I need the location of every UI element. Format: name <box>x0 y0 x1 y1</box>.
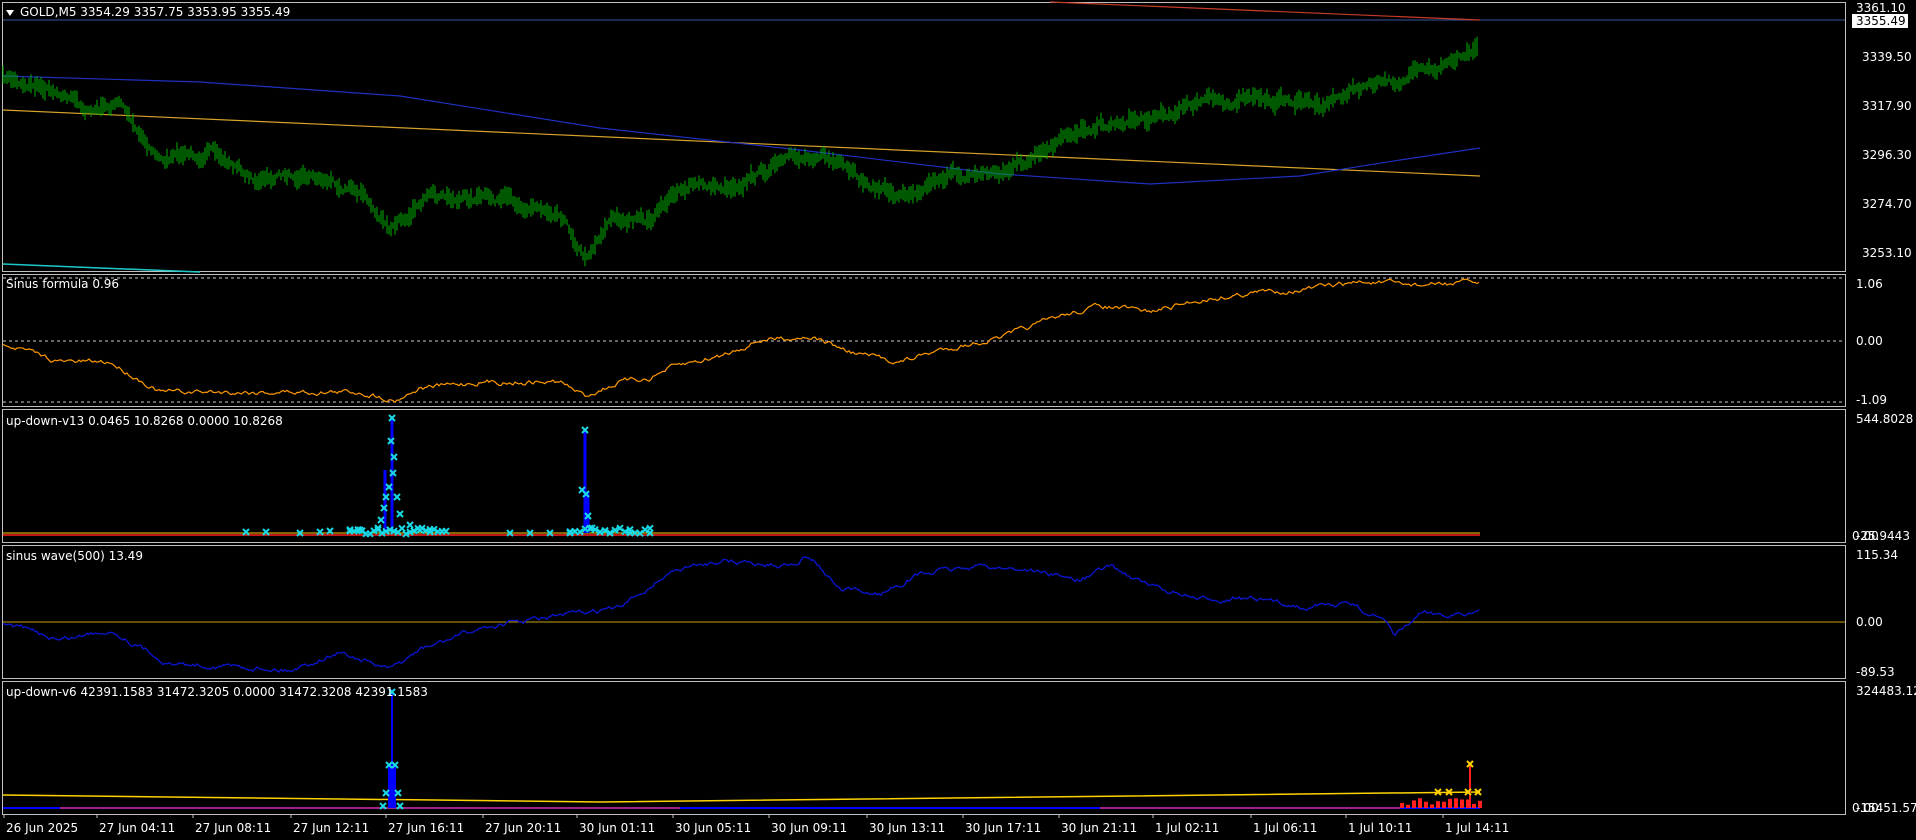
time-label: 27 Jun 12:11 <box>293 821 369 835</box>
sinus-wave-title: sinus wave(500) 13.49 <box>6 549 143 563</box>
level-label: 115.34 <box>1856 548 1898 562</box>
time-label: 30 Jun 21:11 <box>1061 821 1137 835</box>
level-label: 0.00 <box>1852 529 1879 543</box>
time-label: 1 Jul 10:11 <box>1348 821 1412 835</box>
time-label: 1 Jul 02:11 <box>1155 821 1219 835</box>
time-label: 27 Jun 08:11 <box>195 821 271 835</box>
trading-chart-window[interactable]: GOLD,M5 3354.29 3357.75 3353.95 3355.49 … <box>0 0 1916 840</box>
level-label: 544.8028 <box>1856 412 1913 426</box>
time-label: 30 Jun 13:11 <box>869 821 945 835</box>
main-panel-title: GOLD,M5 3354.29 3357.75 3353.95 3355.49 <box>20 5 290 19</box>
time-label: 30 Jun 05:11 <box>675 821 751 835</box>
time-label: 26 Jun 2025 <box>6 821 78 835</box>
price-label: 3317.90 <box>1862 99 1912 113</box>
updown-v6-title: up-down-v6 42391.1583 31472.3205 0.0000 … <box>6 685 428 699</box>
time-label: 30 Jun 17:11 <box>965 821 1041 835</box>
sinus-formula-title: Sinus formula 0.96 <box>6 277 119 291</box>
time-label: 1 Jul 14:11 <box>1445 821 1509 835</box>
level-label: 324483.12 <box>1856 684 1916 698</box>
time-label: 27 Jun 20:11 <box>485 821 561 835</box>
price-label: 3296.30 <box>1862 148 1912 162</box>
price-label: 3274.70 <box>1862 197 1912 211</box>
price-label: 3361.10 <box>1856 1 1906 15</box>
level-label: -89.53 <box>1856 665 1895 679</box>
level-label: 0.00 <box>1856 334 1883 348</box>
updown-bar <box>388 764 396 808</box>
level-label: 0.00 <box>1852 801 1879 815</box>
updown-v13-title: up-down-v13 0.0465 10.8268 0.0000 10.826… <box>6 414 283 428</box>
price-label: 3339.50 <box>1862 50 1912 64</box>
level-label: 0.00 <box>1856 615 1883 629</box>
level-label: -1.09 <box>1856 393 1887 407</box>
current-price-label: 3355.49 <box>1856 14 1906 28</box>
level-label: 1.06 <box>1856 277 1883 291</box>
time-label: 27 Jun 04:11 <box>99 821 175 835</box>
chart-background <box>0 0 1916 840</box>
time-label: 1 Jul 06:11 <box>1253 821 1317 835</box>
time-label: 27 Jun 16:11 <box>388 821 464 835</box>
price-label: 3253.10 <box>1862 246 1912 260</box>
time-label: 30 Jun 09:11 <box>771 821 847 835</box>
time-label: 30 Jun 01:11 <box>579 821 655 835</box>
